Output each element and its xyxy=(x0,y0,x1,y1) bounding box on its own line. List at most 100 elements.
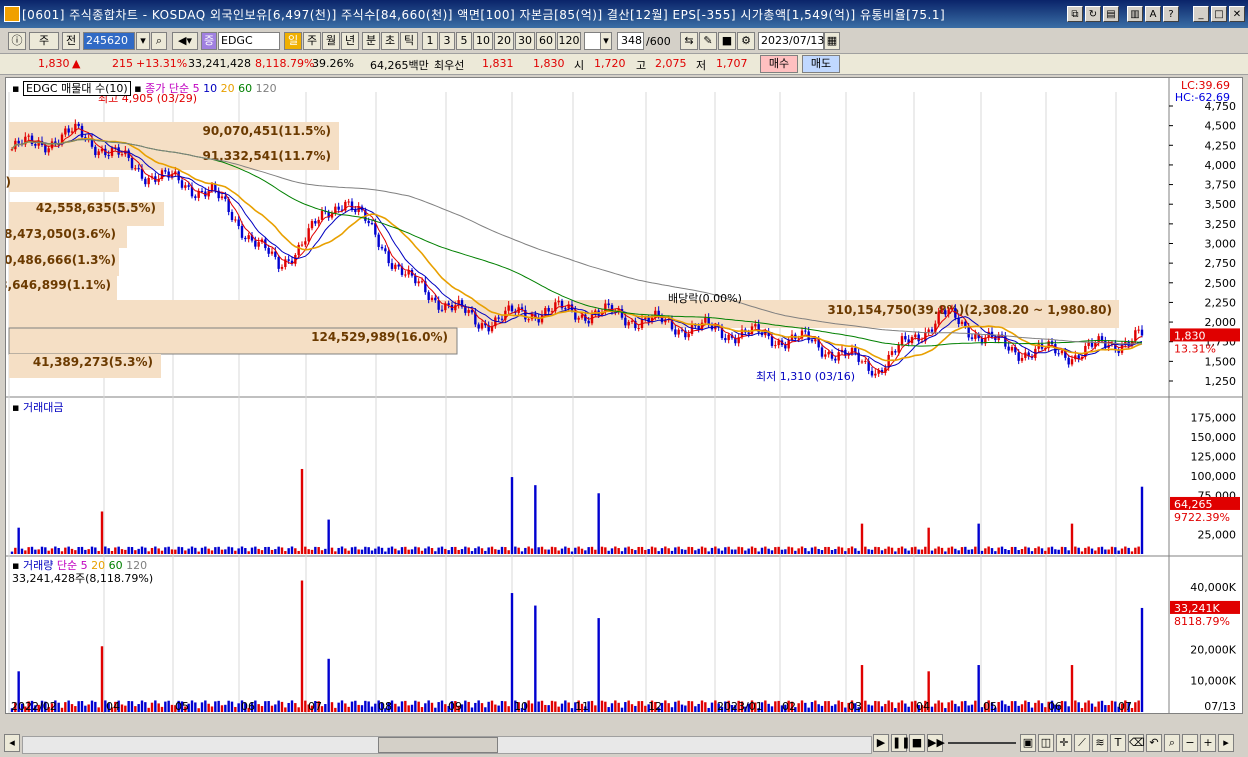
interval-5[interactable]: 5 xyxy=(456,32,472,50)
period-month[interactable]: 월 xyxy=(322,32,340,50)
overlay-icon[interactable]: ◫ xyxy=(1038,734,1054,752)
x-tick-label: 06 xyxy=(1048,700,1062,713)
amount-bar xyxy=(1097,547,1100,554)
candle-body xyxy=(827,352,830,355)
volume-bar xyxy=(427,700,430,712)
crosshair-icon[interactable]: ✛ xyxy=(1056,734,1072,752)
amount-bar xyxy=(1130,551,1134,554)
code-dropdown-icon[interactable]: ▾ xyxy=(136,32,150,50)
save-icon[interactable]: ■ xyxy=(718,32,736,50)
link-icon[interactable]: ⧉ xyxy=(1067,6,1083,22)
volume-bar xyxy=(124,705,127,712)
search-icon[interactable]: ⌕ xyxy=(151,32,167,50)
period-tick[interactable]: 틱 xyxy=(400,32,418,50)
amount-bar xyxy=(1064,547,1067,554)
interval-1[interactable]: 1 xyxy=(422,32,438,50)
date-input[interactable]: 2023/07/13 xyxy=(758,32,824,50)
plus-icon[interactable]: + xyxy=(1200,734,1216,752)
minimize-button[interactable]: _ xyxy=(1193,6,1209,22)
amount-bar xyxy=(20,548,24,554)
stop-icon[interactable]: ■ xyxy=(909,734,925,752)
count-input[interactable]: 348 xyxy=(617,32,644,50)
info-icon[interactable]: ⓘ xyxy=(8,32,26,50)
period-day[interactable]: 일 xyxy=(284,32,302,50)
x-tick-label: 2022/02 xyxy=(11,700,57,713)
draw-icon[interactable]: ✎ xyxy=(699,32,717,50)
all-button[interactable]: 전 xyxy=(62,32,80,50)
calendar-icon[interactable]: ▦ xyxy=(824,32,840,50)
amount-bar xyxy=(844,551,847,554)
layout-icon[interactable]: ▣ xyxy=(1020,734,1036,752)
font-icon[interactable]: A xyxy=(1145,6,1161,22)
volume-bar xyxy=(710,702,714,712)
interval-60[interactable]: 60 xyxy=(536,32,556,50)
text-tool-icon[interactable]: T xyxy=(1110,734,1126,752)
minus-icon[interactable]: − xyxy=(1182,734,1198,752)
amount-bar xyxy=(490,546,494,554)
fibo-icon[interactable]: ≋ xyxy=(1092,734,1108,752)
chart-area[interactable]: 4,750 4,500 4,250 4,000 3,750 3,500 3,250 3,000… xyxy=(5,77,1243,714)
interval-20[interactable]: 20 xyxy=(494,32,514,50)
market-select[interactable]: 주 xyxy=(29,32,59,50)
pause-icon[interactable]: ❚❚ xyxy=(891,734,910,752)
period-week[interactable]: 주 xyxy=(303,32,321,50)
settings-icon[interactable]: ⚙ xyxy=(737,32,755,50)
volume-bar xyxy=(157,703,160,712)
arrows-icon[interactable]: ⇆ xyxy=(680,32,698,50)
scroll-right-icon[interactable]: ▸ xyxy=(1218,734,1234,752)
trade-amount: 64,265백만 xyxy=(370,59,429,72)
interval-30[interactable]: 30 xyxy=(515,32,535,50)
amount-bar xyxy=(620,551,624,554)
chart-svg[interactable]: 4,7504,5004,2504,0003,7503,5003,2503,000… xyxy=(6,78,1242,713)
candle-body xyxy=(230,211,234,220)
period-second[interactable]: 초 xyxy=(381,32,399,50)
amount-bar xyxy=(520,551,524,554)
zoom-slider[interactable] xyxy=(948,742,1016,744)
volume-bar xyxy=(324,704,327,712)
close-button[interactable]: ✕ xyxy=(1229,6,1245,22)
sound-icon[interactable]: ◀▾ xyxy=(172,32,198,50)
fast-forward-icon[interactable]: ▶▶ xyxy=(927,734,945,752)
volume-bar xyxy=(624,702,627,712)
play-icon[interactable]: ▶ xyxy=(873,734,889,752)
amount-bar xyxy=(587,547,590,554)
volume-bar xyxy=(677,700,680,712)
horizontal-scrollbar[interactable] xyxy=(22,736,872,754)
period-year[interactable]: 년 xyxy=(341,32,359,50)
amount-bar xyxy=(480,548,484,554)
restore-icon[interactable]: ↶ xyxy=(1146,734,1162,752)
interval-10[interactable]: 10 xyxy=(473,32,493,50)
interval-3[interactable]: 3 xyxy=(439,32,455,50)
interval-dropdown-icon[interactable]: ▾ xyxy=(600,32,612,50)
candle-body xyxy=(404,274,407,276)
buy-button[interactable]: 매수 xyxy=(760,55,798,73)
amount-bar xyxy=(1140,486,1144,554)
stock-name-field[interactable]: EDGC xyxy=(218,32,280,50)
candle-body xyxy=(627,321,630,326)
candle-body xyxy=(897,344,900,353)
help-icon[interactable]: ? xyxy=(1163,6,1179,22)
volume-bar xyxy=(664,700,667,712)
trend-icon[interactable]: ⟋ xyxy=(1074,734,1090,752)
scroll-left-icon[interactable]: ◂ xyxy=(4,734,20,752)
split-icon[interactable]: ▥ xyxy=(1127,6,1143,22)
candle-body xyxy=(64,128,67,135)
amount-tick-label: 175,000 xyxy=(1191,412,1237,425)
scroll-thumb[interactable] xyxy=(378,737,498,753)
maximize-button[interactable]: □ xyxy=(1211,6,1227,22)
amount-bar xyxy=(517,547,520,554)
refresh-icon[interactable]: ↻ xyxy=(1085,6,1101,22)
period-minute[interactable]: 분 xyxy=(362,32,380,50)
candle-body xyxy=(70,131,74,133)
amount-pct-tag: 9722.39% xyxy=(1174,511,1230,524)
eraser-icon[interactable]: ⌫ xyxy=(1128,734,1145,752)
volume-bar xyxy=(630,704,634,712)
amount-bar xyxy=(64,547,67,554)
zoom-icon[interactable]: ⌕ xyxy=(1164,734,1180,752)
volume-bar xyxy=(940,702,944,712)
print-icon[interactable]: ▤ xyxy=(1103,6,1119,22)
stock-code-input[interactable]: 245620 xyxy=(83,32,135,50)
interval-120[interactable]: 120 xyxy=(557,32,581,50)
sell-button[interactable]: 매도 xyxy=(802,55,840,73)
amount-bar xyxy=(767,548,770,554)
